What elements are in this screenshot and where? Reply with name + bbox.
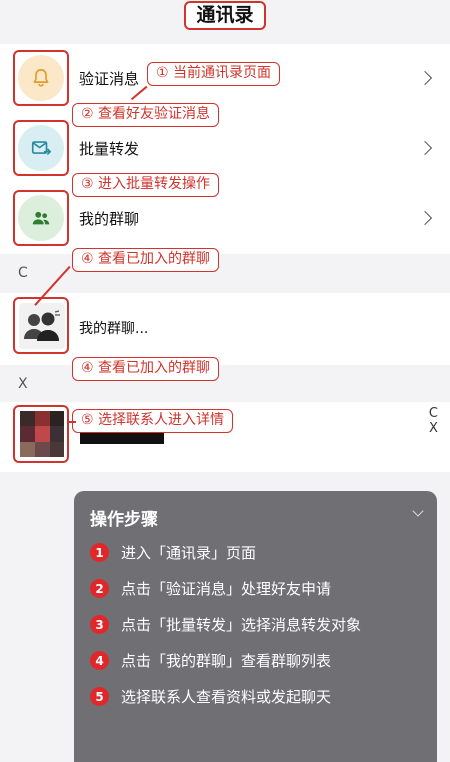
callout-groups-a: ④ 查看已加入的群聊: [72, 248, 220, 272]
step-text: 点击「批量转发」选择消息转发对象: [121, 616, 362, 634]
row-label-verify: 验证消息: [79, 70, 140, 88]
right-index-c[interactable]: C: [429, 406, 438, 421]
step-number: 1: [90, 543, 109, 562]
step-text: 点击「验证消息」处理好友申请: [121, 580, 332, 598]
step-item: 2 点击「验证消息」处理好友申请: [90, 578, 331, 599]
contact-avatar-icon: [20, 411, 64, 457]
callout-verify: ② 查看好友验证消息: [72, 103, 220, 127]
redacted-contact-name: [80, 432, 164, 444]
callout-batch: ③ 进入批量转发操作: [72, 173, 220, 197]
group-icon: [18, 195, 64, 241]
header: 通讯录: [0, 0, 450, 32]
chevron-right-icon: [417, 210, 433, 226]
step-item: 5 选择联系人查看资料或发起聊天: [90, 686, 331, 707]
callout-contact: ⑤ 选择联系人进入详情: [72, 409, 234, 433]
page-title: 通讯录: [184, 1, 266, 30]
row-batch-forward[interactable]: 批量转发: [0, 114, 450, 184]
right-index[interactable]: C X: [429, 406, 438, 436]
chevron-right-icon: [417, 70, 433, 86]
step-item: 1 进入「通讯录」页面: [90, 542, 256, 563]
section-index-c: C: [18, 265, 28, 281]
leader-line: [68, 421, 76, 423]
chevron-right-icon: [417, 140, 433, 156]
callout-current-page: ① 当前通讯录页面: [147, 62, 281, 86]
step-number: 2: [90, 579, 109, 598]
steps-panel: 操作步骤 1 进入「通讯录」页面 2 点击「验证消息」处理好友申请 3 点击「批…: [74, 491, 437, 762]
step-number: 3: [90, 615, 109, 634]
step-number: 4: [90, 651, 109, 670]
step-item: 3 点击「批量转发」选择消息转发对象: [90, 614, 361, 635]
row-label-groups: 我的群聊: [79, 210, 140, 228]
right-index-x[interactable]: X: [429, 421, 438, 436]
callout-groups-b: ④ 查看已加入的群聊: [72, 357, 220, 381]
chevron-down-icon[interactable]: [412, 505, 424, 517]
group-avatar-icon: [19, 303, 65, 349]
section-index-x: X: [18, 376, 28, 392]
row-my-groups[interactable]: 我的群聊: [0, 184, 450, 254]
step-item: 4 点击「我的群聊」查看群聊列表: [90, 650, 331, 671]
contact-name: 我的群聊...: [79, 321, 149, 337]
step-text: 选择联系人查看资料或发起聊天: [121, 688, 332, 706]
list-item-group-chat[interactable]: 我的群聊...: [0, 293, 450, 365]
step-text: 进入「通讯录」页面: [121, 544, 257, 562]
panel-title: 操作步骤: [90, 510, 158, 530]
mail-forward-icon: [18, 125, 64, 171]
row-label-batch: 批量转发: [79, 140, 140, 158]
bell-icon: [18, 55, 64, 101]
step-text: 点击「我的群聊」查看群聊列表: [121, 652, 332, 670]
step-number: 5: [90, 687, 109, 706]
